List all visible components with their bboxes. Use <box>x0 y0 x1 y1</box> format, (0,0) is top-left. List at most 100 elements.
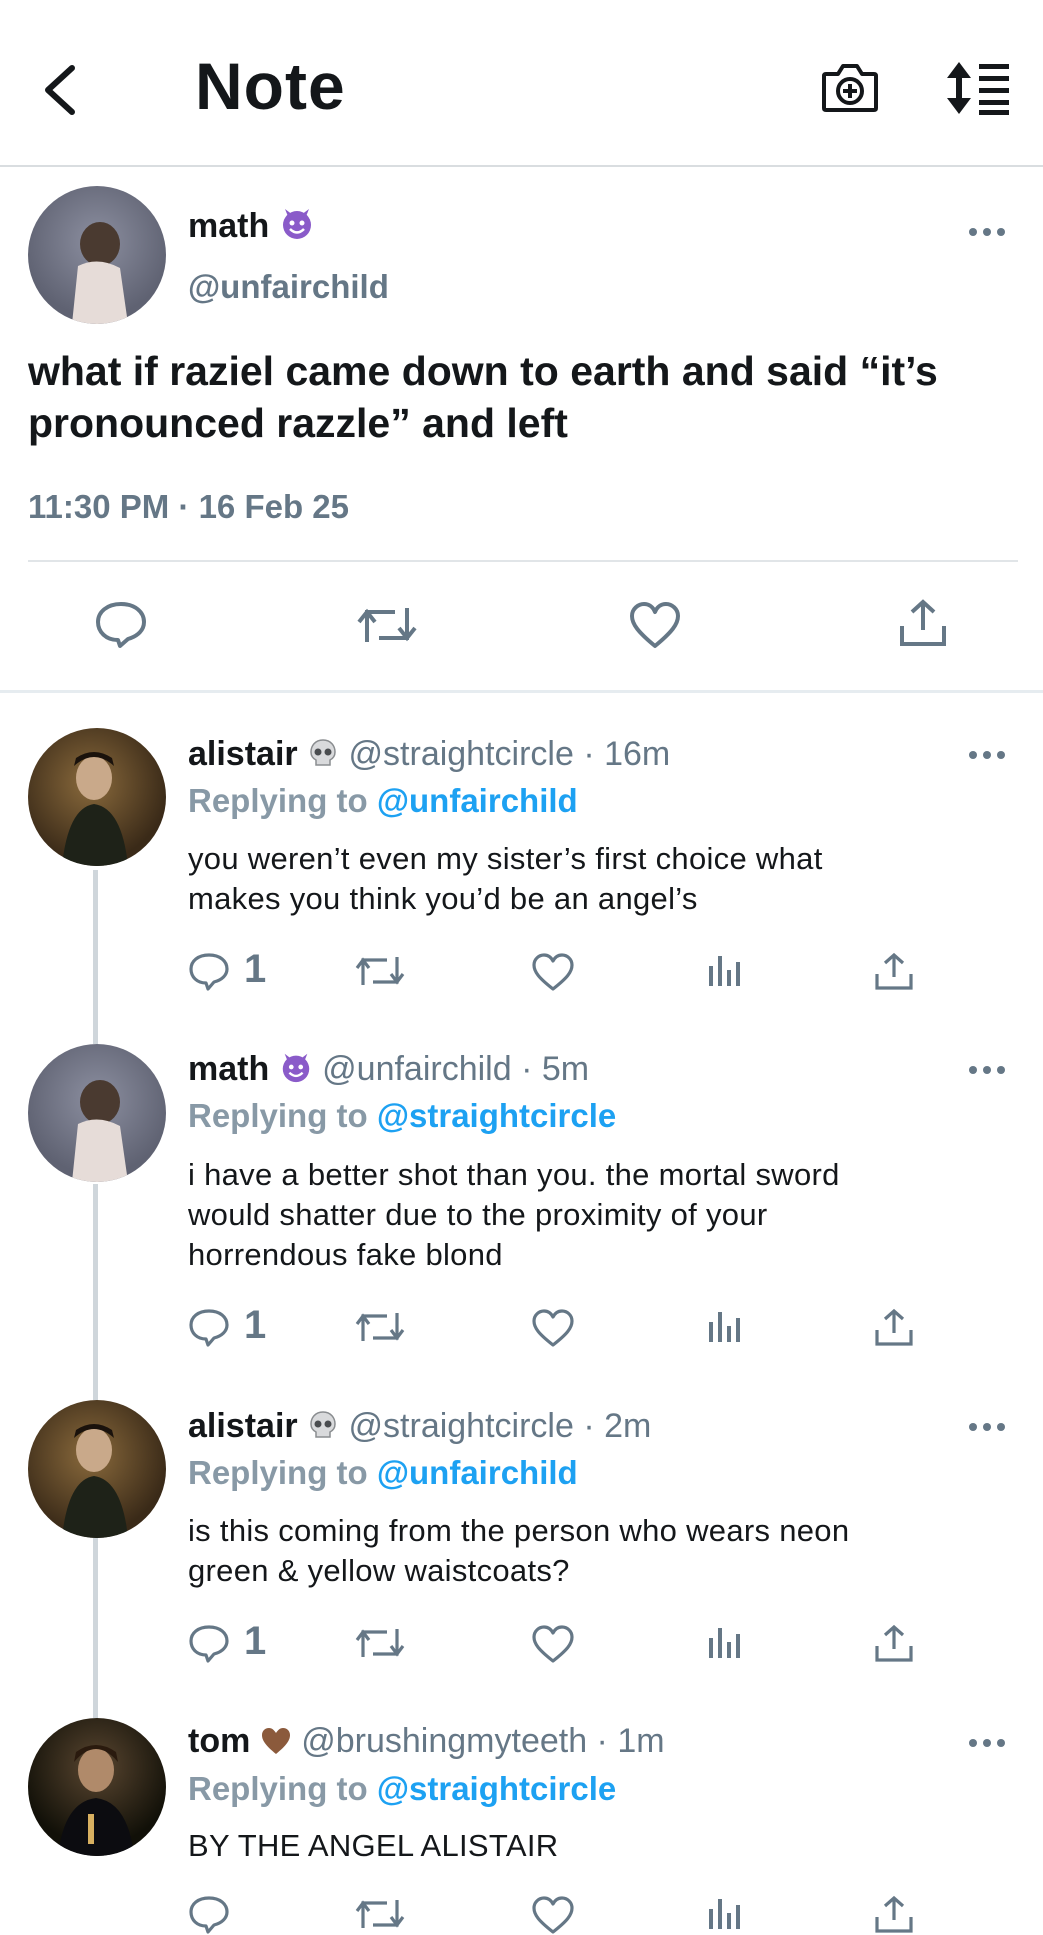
reply-text: is this coming from the person who wears… <box>188 1513 850 1588</box>
avatar[interactable] <box>28 1044 166 1182</box>
share-icon <box>900 599 946 646</box>
author-name[interactable]: math <box>188 205 315 246</box>
analytics-button[interactable] <box>706 1895 742 1931</box>
mention-link[interactable]: @straightcircle <box>377 1770 616 1807</box>
thread-line <box>93 1538 98 1718</box>
reply-icon <box>189 1896 229 1934</box>
more-options-icon[interactable] <box>967 1736 1007 1750</box>
reply-handle-time[interactable]: @brushingmyteeth · 1m <box>301 1722 664 1760</box>
reply-header: alistair @straightcircle · 16m <box>188 735 670 774</box>
avatar[interactable] <box>28 186 166 324</box>
retweet-icon <box>355 1900 405 1928</box>
avatar[interactable] <box>28 728 166 866</box>
heart-icon <box>532 1896 574 1934</box>
share-icon <box>875 952 913 990</box>
share-button[interactable] <box>874 1624 914 1664</box>
page-title: Note <box>195 49 346 123</box>
reply-handle-time[interactable]: @straightcircle · 16m <box>349 735 671 773</box>
reply-button[interactable] <box>188 1308 230 1348</box>
reply-text: BY THE ANGEL ALISTAIR <box>188 1828 559 1863</box>
reply-button[interactable] <box>188 1624 230 1664</box>
reply-header: tom @brushingmyteeth · 1m <box>188 1722 665 1761</box>
more-options-icon[interactable] <box>967 1063 1007 1077</box>
bar-chart-icon <box>709 1312 740 1342</box>
reply-text: you weren’t even my sister’s first choic… <box>188 841 823 916</box>
retweet-icon <box>355 957 405 985</box>
like-button[interactable] <box>531 1895 575 1935</box>
tweet-text: what if raziel came down to earth and sa… <box>28 348 938 446</box>
more-options-icon[interactable] <box>967 748 1007 762</box>
avatar[interactable] <box>28 1400 166 1538</box>
retweet-icon <box>355 1629 405 1657</box>
brown-heart-emoji-icon <box>261 1728 290 1754</box>
smiling-devil-emoji-icon <box>282 209 311 239</box>
section-divider <box>0 690 1043 693</box>
retweet-button[interactable] <box>357 602 417 648</box>
author-name[interactable]: tom <box>188 1722 250 1760</box>
retweet-button[interactable] <box>355 1308 405 1346</box>
author-name[interactable]: alistair <box>188 735 298 773</box>
heart-icon <box>532 1625 574 1663</box>
reply-icon <box>189 1625 229 1663</box>
retweet-button[interactable] <box>355 1624 405 1662</box>
replying-to: Replying to @straightcircle <box>188 1097 617 1134</box>
camera-plus-icon[interactable] <box>820 60 880 116</box>
replying-to: Replying to @unfairchild <box>188 782 578 819</box>
smiling-devil-emoji-icon <box>282 1053 309 1083</box>
share-icon <box>875 1624 913 1662</box>
share-button[interactable] <box>874 952 914 992</box>
analytics-button[interactable] <box>706 1624 742 1660</box>
reply-count: 1 <box>244 947 267 991</box>
divider <box>28 560 1018 562</box>
share-button[interactable] <box>898 598 948 648</box>
avatar[interactable] <box>28 1718 166 1856</box>
author-name[interactable]: math <box>188 1050 269 1088</box>
replying-to: Replying to @unfairchild <box>188 1454 578 1491</box>
bar-chart-icon <box>709 1899 740 1929</box>
retweet-button[interactable] <box>355 952 405 990</box>
reply-header: alistair @straightcircle · 2m <box>188 1407 651 1446</box>
mention-link[interactable]: @straightcircle <box>377 1097 616 1134</box>
like-button[interactable] <box>531 952 575 992</box>
retweet-button[interactable] <box>355 1895 405 1933</box>
replying-to: Replying to @straightcircle <box>188 1770 617 1807</box>
share-icon <box>875 1308 913 1346</box>
more-options-icon[interactable] <box>967 1420 1007 1434</box>
reply-header: math @unfairchild · 5m <box>188 1050 589 1089</box>
reply-icon <box>189 953 229 991</box>
retweet-icon <box>355 1313 405 1341</box>
tweet-timestamp: 11:30 PM · 16 Feb 25 <box>28 488 349 525</box>
mention-link[interactable]: @unfairchild <box>377 782 578 819</box>
like-button[interactable] <box>531 1308 575 1348</box>
chevron-left-icon[interactable] <box>38 62 82 118</box>
reply-icon <box>189 1309 229 1347</box>
author-handle[interactable]: @unfairchild <box>188 268 389 306</box>
heart-icon <box>532 1309 574 1347</box>
share-button[interactable] <box>874 1895 914 1935</box>
retweet-icon <box>357 608 417 642</box>
thread-line <box>93 870 98 1044</box>
share-icon <box>875 1895 913 1933</box>
reply-count: 1 <box>244 1303 267 1347</box>
reply-handle-time[interactable]: @straightcircle · 2m <box>349 1407 652 1445</box>
top-bar: Note <box>0 0 1043 167</box>
like-button[interactable] <box>628 600 682 650</box>
analytics-button[interactable] <box>706 952 742 988</box>
mention-link[interactable]: @unfairchild <box>377 1454 578 1491</box>
reply-icon <box>96 602 146 648</box>
reply-button[interactable] <box>94 600 148 650</box>
more-options-icon[interactable] <box>967 225 1007 239</box>
skull-emoji-icon <box>310 739 336 766</box>
bar-chart-icon <box>709 1628 740 1658</box>
sort-list-icon[interactable] <box>945 60 1013 116</box>
reply-text: i have a better shot than you. the morta… <box>188 1157 840 1272</box>
bar-chart-icon <box>709 956 740 986</box>
author-name[interactable]: alistair <box>188 1407 298 1445</box>
analytics-button[interactable] <box>706 1308 742 1344</box>
reply-button[interactable] <box>188 1895 230 1935</box>
like-button[interactable] <box>531 1624 575 1664</box>
reply-handle-time[interactable]: @unfairchild · 5m <box>322 1050 589 1088</box>
reply-button[interactable] <box>188 952 230 992</box>
heart-icon <box>532 953 574 991</box>
share-button[interactable] <box>874 1308 914 1348</box>
